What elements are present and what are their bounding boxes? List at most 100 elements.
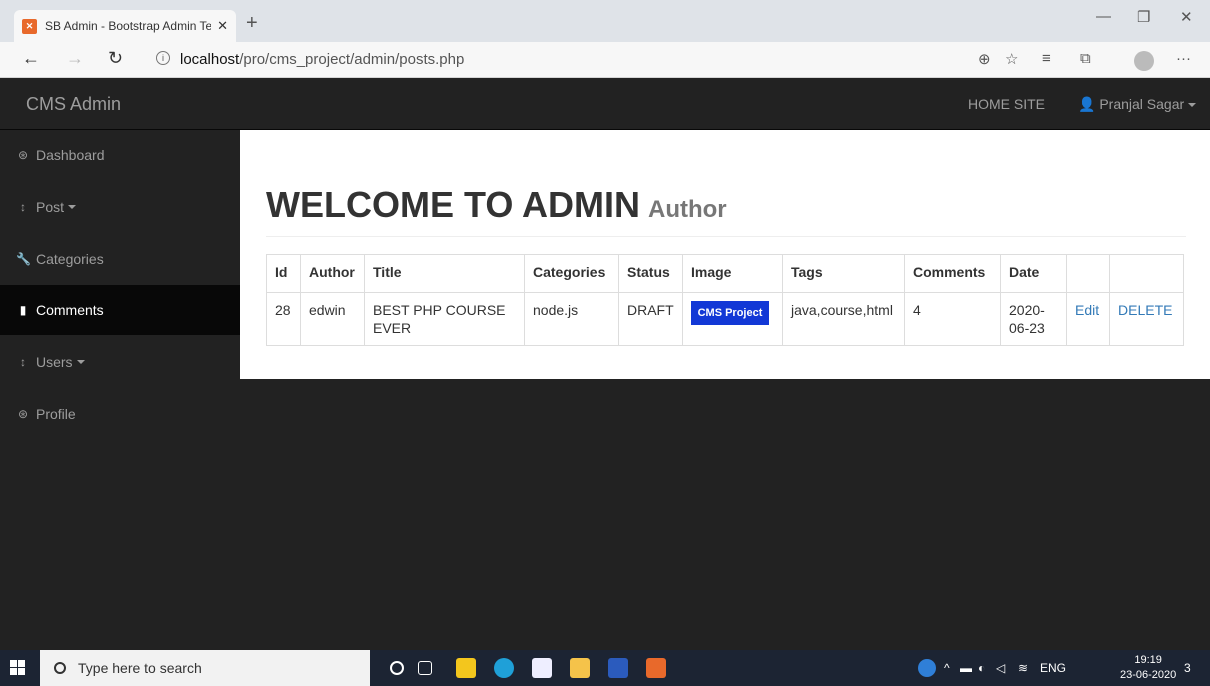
- cell-tags: java,course,html: [782, 292, 905, 346]
- wrench-icon: 🔧: [16, 252, 31, 266]
- home-site-link[interactable]: HOME SITE: [968, 96, 1045, 112]
- page-wrapper: WELCOME TO ADMIN Author Id Author Title C…: [240, 130, 1210, 379]
- column-header: Status: [618, 254, 683, 293]
- cell-image: CMS Project: [682, 292, 783, 346]
- back-icon[interactable]: ←: [22, 48, 40, 69]
- address-bar-row: ← → ↻ i localhost/pro/cms_project/admin/…: [0, 42, 1210, 78]
- page-subheading: Author: [647, 196, 727, 223]
- table-header-row: Id Author Title Categories Status Image …: [266, 254, 1184, 293]
- cell-comments: 4: [904, 292, 1001, 346]
- taskbar-search[interactable]: Type here to search: [40, 650, 370, 686]
- cell-title: BEST PHP COURSE EVER: [364, 292, 525, 346]
- notifications-icon[interactable]: 3: [1184, 661, 1191, 675]
- word-icon[interactable]: [608, 658, 628, 678]
- minimize-icon[interactable]: —: [1096, 8, 1111, 25]
- admin-navbar: CMS Admin HOME SITE 👤 Pranjal Sagar: [0, 78, 1210, 130]
- user-dropdown[interactable]: 👤 Pranjal Sagar: [1078, 96, 1197, 113]
- posts-table: Id Author Title Categories Status Image …: [266, 254, 1184, 346]
- cell-date: 2020-06-23: [1000, 292, 1067, 346]
- address-field[interactable]: localhost/pro/cms_project/admin/posts.ph…: [180, 51, 464, 68]
- page-heading: WELCOME TO ADMIN: [266, 184, 640, 225]
- sidebar-label: Profile: [36, 406, 76, 422]
- caret-down-icon: [76, 360, 85, 364]
- xampp-icon[interactable]: [646, 658, 666, 678]
- column-header: Image: [682, 254, 783, 293]
- edge-browser-icon[interactable]: [494, 658, 514, 678]
- column-header: Tags: [782, 254, 905, 293]
- cell-edit: Edit: [1066, 292, 1110, 346]
- network-icon[interactable]: ◐: [978, 661, 985, 675]
- refresh-icon[interactable]: ↻: [108, 48, 123, 69]
- cell-delete: DELETE: [1109, 292, 1184, 346]
- column-header: Comments: [904, 254, 1001, 293]
- arrows-v-icon: ↕: [20, 355, 26, 369]
- clock[interactable]: 19:19 23-06-2020: [1120, 653, 1176, 683]
- column-header: Title: [364, 254, 525, 293]
- new-tab-icon[interactable]: +: [246, 12, 258, 35]
- delete-link[interactable]: DELETE: [1118, 302, 1172, 318]
- url-host: localhost: [180, 51, 240, 68]
- dashboard-icon: ⊛: [17, 148, 29, 162]
- clock-time: 19:19: [1134, 654, 1162, 666]
- sidebar-item-categories[interactable]: 🔧 Categories: [0, 234, 240, 284]
- sidebar-label: Comments: [36, 302, 104, 318]
- cortana-icon[interactable]: [390, 661, 404, 675]
- column-header-edit: [1066, 254, 1110, 293]
- language-indicator[interactable]: ENG: [1040, 661, 1066, 675]
- tab-close-icon[interactable]: ✕: [217, 18, 228, 34]
- task-view-icon[interactable]: [418, 661, 432, 675]
- store-icon[interactable]: [532, 658, 552, 678]
- sidebar-item-profile[interactable]: ⊛ Profile: [0, 389, 240, 439]
- sidebar: ⊛ Dashboard ↕ Post 🔧 Categories ▮ Comments ↕…: [0, 130, 240, 650]
- sidebar-item-comments[interactable]: ▮ Comments: [0, 285, 240, 335]
- more-icon[interactable]: ···: [1176, 50, 1191, 67]
- table-row: 28 edwin BEST PHP COURSE EVER node.js DR…: [266, 292, 1184, 346]
- clock-date: 23-06-2020: [1120, 669, 1177, 681]
- user-icon: 👤: [1078, 96, 1096, 112]
- page-title: WELCOME TO ADMIN Author: [266, 184, 1186, 237]
- xampp-icon: ✕: [22, 18, 37, 34]
- sidebar-label: Dashboard: [36, 147, 105, 163]
- sidebar-item-dashboard[interactable]: ⊛ Dashboard: [0, 130, 240, 180]
- help-icon[interactable]: [918, 659, 936, 677]
- caret-down-icon: [1188, 103, 1197, 108]
- dashboard-icon: ⊛: [17, 407, 29, 421]
- file-explorer-icon[interactable]: [570, 658, 590, 678]
- search-icon: [54, 662, 66, 674]
- sticky-notes-icon[interactable]: [456, 658, 476, 678]
- zoom-icon[interactable]: ⊕: [978, 50, 991, 68]
- maximize-icon[interactable]: ❐: [1137, 8, 1150, 26]
- cell-id: 28: [266, 292, 301, 346]
- close-window-icon[interactable]: ✕: [1180, 8, 1193, 26]
- sidebar-item-post[interactable]: ↕ Post: [0, 182, 240, 232]
- column-header: Date: [1000, 254, 1067, 293]
- sidebar-label: Post: [36, 199, 65, 215]
- url-path: /pro/cms_project/admin/posts.php: [239, 51, 465, 68]
- cell-author: edwin: [300, 292, 365, 346]
- browser-tab[interactable]: ✕ SB Admin - Bootstrap Admin Ten ✕: [14, 10, 236, 42]
- column-header: Id: [266, 254, 301, 293]
- brand-link[interactable]: CMS Admin: [26, 94, 121, 115]
- edit-link[interactable]: Edit: [1075, 302, 1099, 318]
- cell-status: DRAFT: [618, 292, 683, 346]
- favorite-star-icon[interactable]: ☆: [1005, 50, 1018, 68]
- windows-start-icon[interactable]: [10, 660, 26, 676]
- profile-avatar-icon[interactable]: [1134, 51, 1154, 71]
- chevron-up-icon[interactable]: ^: [944, 661, 950, 675]
- volume-icon[interactable]: ◁: [996, 661, 1005, 675]
- post-image: CMS Project: [691, 301, 769, 325]
- info-icon[interactable]: i: [156, 51, 170, 65]
- favorites-list-icon[interactable]: ≡: [1042, 50, 1051, 67]
- sidebar-item-users[interactable]: ↕ Users: [0, 337, 240, 387]
- wifi-icon[interactable]: ≋: [1018, 661, 1028, 675]
- caret-down-icon: [68, 205, 77, 209]
- notification-count: 3: [1184, 661, 1191, 675]
- collections-icon[interactable]: ⧉: [1080, 50, 1091, 67]
- column-header: Author: [300, 254, 365, 293]
- battery-icon[interactable]: ▬: [960, 661, 972, 675]
- sidebar-label: Users: [36, 354, 73, 370]
- column-header: Categories: [524, 254, 619, 293]
- file-icon: ▮: [19, 303, 27, 317]
- forward-icon[interactable]: →: [66, 48, 84, 69]
- tab-title: SB Admin - Bootstrap Admin Ten: [45, 19, 212, 33]
